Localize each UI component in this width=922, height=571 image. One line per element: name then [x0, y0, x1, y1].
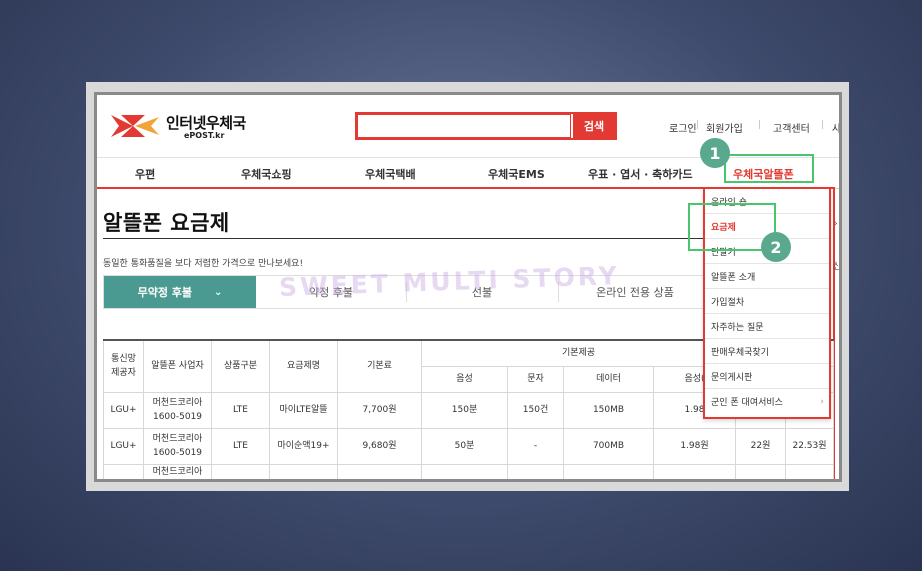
cell-voice-extra [653, 463, 736, 479]
util-divider: | [758, 120, 762, 130]
cell-fee [337, 463, 422, 479]
cell-fee: 7,700원 [337, 391, 422, 429]
submenu-label: 알뜰폰 소개 [711, 272, 756, 283]
cell-blank: 22원 [735, 427, 786, 465]
header-plan-name: 요금제명 [269, 339, 338, 393]
table-row: 머천드코리아 [103, 463, 834, 479]
nav-item-ems[interactable]: 우체국EMS [488, 166, 545, 182]
browser-page: 인터넷우체국 ePOST.kr 검색 로그인 | 회원가입 | 고객센터 | 사… [94, 92, 842, 482]
brand-name: 인터넷우체국 [166, 114, 246, 132]
cell-carrier: LGU+ [103, 391, 144, 429]
cell-data-extra [785, 463, 834, 479]
table-row: LGU+ 머천드코리아 1600-5019 LTE 마이순액19+ 9,680원… [103, 427, 834, 465]
search-box: 검색 [355, 112, 617, 140]
cell-voice [421, 463, 508, 479]
step-badge-1: 1 [700, 138, 730, 168]
nav-item-mail[interactable]: 우편 [135, 166, 155, 182]
cell-carrier [103, 463, 144, 479]
cell-sms: - [507, 427, 564, 465]
submenu-item-find-post-office[interactable]: 판매우체국찾기 [705, 339, 829, 364]
customer-center-link[interactable]: 고객센터 [773, 120, 810, 135]
tab-label: 무약정 후불 [137, 286, 193, 299]
header-voice: 음성 [421, 365, 508, 393]
chevron-down-icon: ⌄ [214, 286, 223, 298]
cell-carrier: LGU+ [103, 427, 144, 465]
submenu-item-military-rental[interactable]: 군인 폰 대여서비스 › [705, 389, 829, 414]
header-carrier: 통신망 제공자 [103, 339, 144, 393]
cell-voice: 50분 [421, 427, 508, 465]
submenu-label: 군인 폰 대여서비스 [711, 398, 783, 408]
search-input[interactable] [357, 114, 571, 138]
cell-provider: 머천드코리아 1600-5019 [143, 391, 212, 429]
cell-plan: 마이LTE알뜰 [269, 391, 338, 429]
cell-data: 150MB [563, 391, 654, 429]
cell-sms [507, 463, 564, 479]
epost-logo[interactable]: 인터넷우체국 ePOST.kr [111, 111, 261, 143]
header-base-fee: 기본료 [337, 339, 422, 393]
cell-plan [269, 463, 338, 479]
login-link[interactable]: 로그인 [669, 120, 697, 135]
chevron-right-icon: › [820, 396, 824, 407]
cell-voice: 150분 [421, 391, 508, 429]
submenu-item-signup-steps[interactable]: 가입절차 [705, 289, 829, 314]
cell-type [211, 463, 270, 479]
submenu-label: 판매우체국찾기 [711, 347, 769, 358]
cell-fee: 9,680원 [337, 427, 422, 465]
cell-data: 700MB [563, 427, 654, 465]
cell-type: LTE [211, 427, 270, 465]
header-sms: 문자 [507, 365, 564, 393]
cell-data [563, 463, 654, 479]
title-divider [103, 238, 723, 239]
util-link-truncated[interactable]: 사 [832, 120, 839, 135]
nav-item-stamps[interactable]: 우표 · 엽서 · 축하카드 [588, 166, 693, 182]
page-title: 알뜰폰 요금제 [103, 211, 230, 235]
cell-voice-extra: 1.98원 [653, 427, 736, 465]
header-data: 데이터 [563, 365, 654, 393]
submenu-item-inquiry-board[interactable]: 문의게시판 [705, 364, 829, 389]
tab-no-contract-postpaid[interactable]: 무약정 후불 ⌄ [104, 276, 256, 308]
util-divider: | [821, 120, 825, 130]
cell-provider: 머천드코리아 [143, 463, 212, 479]
edge-fragment: 신 [833, 262, 842, 272]
edge-fragment: › [834, 219, 838, 229]
cell-provider: 머천드코리아 1600-5019 [143, 427, 212, 465]
cell-type: LTE [211, 391, 270, 429]
brand-domain: ePOST.kr [184, 131, 225, 140]
signup-link[interactable]: 회원가입 [706, 120, 743, 135]
cell-blank [735, 463, 786, 479]
cell-sms: 150건 [507, 391, 564, 429]
nav-item-parcel[interactable]: 우체국택배 [365, 166, 416, 182]
submenu-item-faq[interactable]: 자주하는 질문 [705, 314, 829, 339]
nav-item-budget-phone[interactable]: 우체국알뜰폰 [733, 166, 794, 182]
submenu-label: 가입절차 [711, 297, 745, 308]
search-button[interactable]: 검색 [573, 114, 615, 138]
header-product-type: 상품구분 [211, 339, 270, 393]
util-divider: | [696, 120, 700, 130]
cell-plan: 마이순액19+ [269, 427, 338, 465]
header-basic-provision: 기본제공 [421, 339, 736, 367]
cell-data-extra: 22.53원 [785, 427, 834, 465]
submenu-label: 자주하는 질문 [711, 322, 764, 333]
submenu-item-intro[interactable]: 알뜰폰 소개 [705, 264, 829, 289]
epost-logo-icon [111, 115, 159, 137]
step-badge-2: 2 [761, 232, 791, 262]
header-provider: 알뜰폰 사업자 [143, 339, 212, 393]
page-description: 동일한 통화품질을 보다 저렴한 가격으로 만나보세요! [103, 259, 304, 269]
nav-item-shopping[interactable]: 우체국쇼핑 [241, 166, 292, 182]
submenu-label: 문의게시판 [711, 372, 753, 383]
